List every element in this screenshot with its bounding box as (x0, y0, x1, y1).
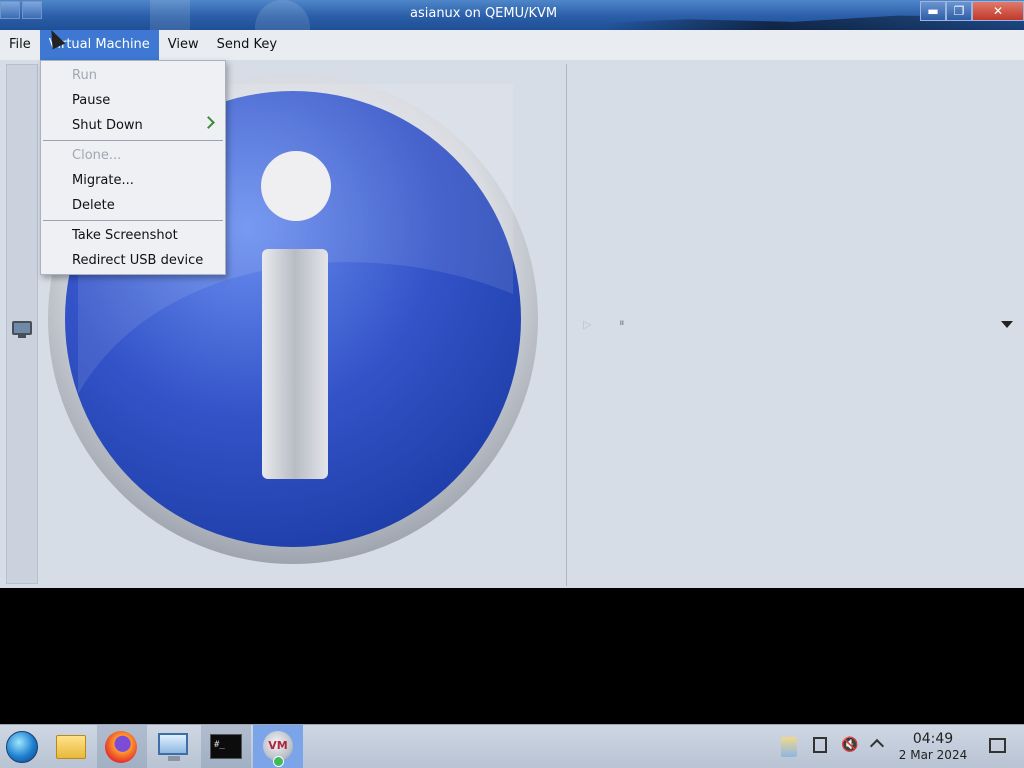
menu-item-shut-down[interactable]: Shut Down (72, 118, 143, 133)
remote-desktop-icon (158, 733, 188, 761)
menu-separator (43, 220, 223, 221)
window-sticky-icon[interactable] (22, 1, 42, 19)
menu-item-run[interactable]: Run (72, 68, 97, 83)
clipboard-icon[interactable] (781, 737, 797, 757)
titlebar-ghost-artifact (150, 0, 190, 30)
virt-manager-icon: VM (263, 731, 293, 767)
window-menu-icon[interactable] (0, 1, 20, 19)
clock-date[interactable]: 2 Mar 2024 (896, 748, 970, 762)
titlebar-ghost-artifact (255, 0, 310, 30)
vm-console-area[interactable] (0, 588, 1024, 724)
info-icon-dot (261, 151, 331, 221)
menu-item-clone[interactable]: Clone... (72, 148, 121, 163)
window-titlebar[interactable]: asianux on QEMU/KVM ▬ ❐ ✕ (0, 0, 1024, 30)
clock-time[interactable]: 04:49 (908, 731, 958, 747)
menu-separator (43, 140, 223, 141)
menu-view[interactable]: View (159, 30, 208, 60)
start-button[interactable] (0, 725, 45, 768)
volume-muted-icon[interactable]: 🔇 (841, 737, 859, 755)
terminal-icon: #_ (210, 734, 242, 759)
menu-item-take-screenshot[interactable]: Take Screenshot (72, 228, 178, 243)
taskbar-remote-desktop[interactable] (149, 725, 199, 768)
menubar: File Virtual Machine View Send Key (0, 30, 1024, 60)
start-orb-icon (6, 731, 38, 763)
taskbar-virt-manager[interactable]: VM (253, 725, 303, 768)
virtual-machine-menu: Run Pause Shut Down Clone... Migrate... … (40, 60, 226, 275)
menu-item-pause[interactable]: Pause (72, 93, 110, 108)
pane-divider[interactable] (566, 64, 567, 586)
show-desktop-icon[interactable] (989, 738, 1006, 753)
taskbar-terminal[interactable]: #_ (201, 725, 251, 768)
vm-sidebar (6, 64, 38, 584)
monitor-icon[interactable] (12, 321, 32, 338)
close-button[interactable]: ✕ (972, 1, 1024, 21)
tray-expand-icon[interactable] (869, 738, 885, 754)
firefox-icon (105, 731, 137, 763)
pause-icon[interactable]: ⏸ (619, 316, 625, 330)
minimize-button[interactable]: ▬ (920, 1, 946, 21)
menu-file[interactable]: File (0, 30, 40, 60)
notes-icon[interactable] (813, 737, 827, 753)
folder-icon (56, 735, 86, 759)
submenu-arrow-icon (202, 116, 215, 129)
taskbar-file-manager[interactable] (47, 725, 97, 768)
menu-item-redirect-usb[interactable]: Redirect USB device (72, 253, 203, 268)
chevron-down-icon[interactable] (1001, 321, 1013, 328)
window-title: asianux on QEMU/KVM (410, 6, 558, 21)
menu-send-key[interactable]: Send Key (208, 30, 286, 60)
play-icon[interactable]: ▷ (583, 318, 591, 331)
taskbar-firefox[interactable] (97, 725, 147, 768)
menu-item-delete[interactable]: Delete (72, 198, 115, 213)
maximize-button[interactable]: ❐ (946, 1, 972, 21)
info-icon-stem (262, 249, 328, 479)
menu-item-migrate[interactable]: Migrate... (72, 173, 134, 188)
taskbar: #_ VM 🔇 04:49 2 Mar 2024 (0, 724, 1024, 768)
